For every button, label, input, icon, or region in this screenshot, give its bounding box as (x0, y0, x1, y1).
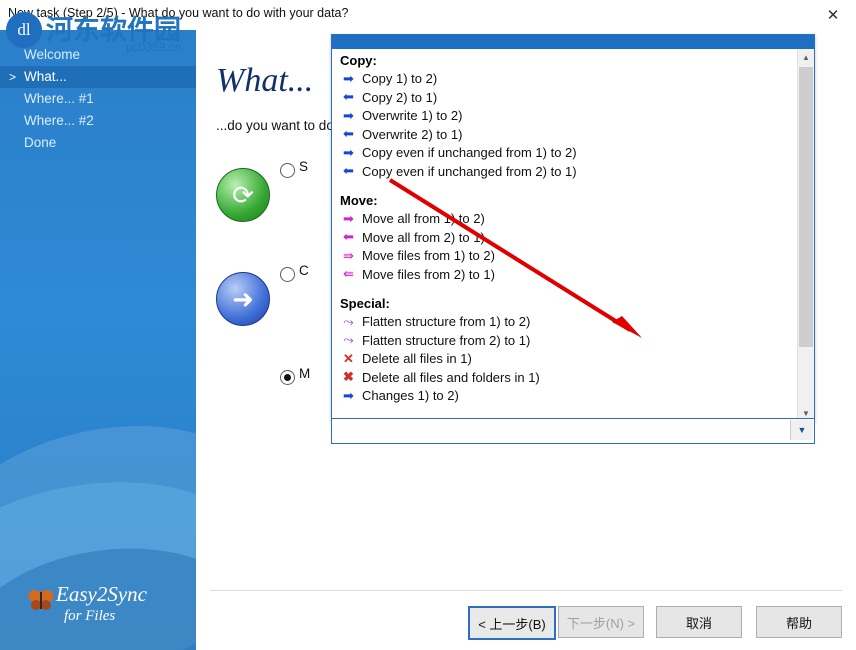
group-title-move: Move: (340, 193, 378, 208)
option-label-move: M (299, 366, 311, 381)
list-item[interactable]: ⇛ Move files from 1) to 2) (332, 247, 798, 266)
arrow-right-magenta-icon: ➡ (343, 210, 354, 226)
sidebar-item-done[interactable]: Done (0, 132, 196, 154)
copy-icon: ➜ (216, 272, 270, 326)
step-arrow-what: > (9, 70, 17, 84)
arrow-left-blue-icon: ⬅ (343, 89, 354, 105)
step-label-what: What... (24, 69, 67, 84)
arrow-right-blue-icon: ➡ (343, 70, 354, 86)
flatten-right-icon: ⤳ (343, 313, 354, 329)
option-label-copy: C (299, 263, 309, 278)
app-window: New task (Step 2/5) - What do you want t… (0, 0, 856, 650)
delete-all-x-icon: ✖ (343, 369, 354, 385)
dropdown-header-bar (332, 35, 814, 49)
watermark: dl 河东软件园 pc0359.cn (6, 8, 216, 54)
logo-tagline: for Files (64, 608, 116, 624)
list-item-label: Copy 1) to 2) (362, 71, 438, 86)
move-files-right-icon: ⇛ (343, 247, 354, 263)
radio-sync[interactable] (280, 163, 295, 178)
butterfly-icon (28, 590, 54, 610)
step-label-where1: Where... #1 (24, 91, 94, 106)
sidebar-item-where2[interactable]: Where... #2 (0, 110, 196, 132)
wizard-sidebar: Welcome > What... Where... #1 Where... #… (0, 30, 196, 650)
dropdown-scrollbar[interactable]: ▲ ▼ (797, 49, 814, 421)
step-label-done: Done (24, 135, 57, 150)
list-item[interactable]: ⬅ Copy 2) to 1) (332, 89, 798, 108)
list-item[interactable]: ⤳ Flatten structure from 2) to 1) (332, 332, 798, 351)
list-item[interactable]: ⬅ Overwrite 2) to 1) (332, 126, 798, 145)
radio-move[interactable] (280, 370, 295, 385)
list-item[interactable]: ➡ Overwrite 1) to 2) (332, 107, 798, 126)
list-item-label: Move files from 2) to 1) (362, 266, 495, 282)
radio-copy[interactable] (280, 267, 295, 282)
watermark-badge: dl (6, 12, 42, 48)
close-icon[interactable]: ✕ (810, 0, 856, 29)
list-item-label: Delete all files and folders in 1) (362, 369, 540, 385)
group-title-copy: Copy: (340, 53, 377, 68)
arrow-right-blue-icon: ➡ (343, 144, 354, 160)
app-logo: Easy2Sync for Files (28, 580, 190, 634)
footer-divider (210, 590, 842, 591)
list-item[interactable]: ➡ Copy even if unchanged from 1) to 2) (332, 144, 798, 163)
list-item[interactable]: ⇚ Move files from 2) to 1) (332, 266, 798, 285)
arrow-right-blue-icon: ➡ (343, 107, 354, 123)
list-item-label: Copy even if unchanged from 2) to 1) (362, 163, 577, 179)
list-item-label: Overwrite 1) to 2) (362, 108, 463, 123)
page-title: What... (216, 62, 314, 99)
list-item[interactable]: ➡ Copy 1) to 2) (332, 70, 798, 89)
action-dropdown-list[interactable]: Copy: ➡ Copy 1) to 2) ⬅ Copy 2) to 1) ➡ Ove… (331, 34, 815, 422)
scrollbar-thumb[interactable] (799, 67, 813, 347)
list-item-label: Copy 2) to 1) (362, 89, 438, 105)
list-item[interactable]: ⬅ Move all from 2) to 1) (332, 229, 798, 248)
copy-glyph: ➜ (232, 283, 254, 314)
sync-icon: ⟳ (216, 168, 270, 222)
arrow-left-blue-icon: ⬅ (343, 163, 354, 179)
option-label-sync: S (299, 159, 309, 174)
chevron-down-icon[interactable]: ▼ (790, 420, 813, 440)
group-title-special: Special: (340, 296, 390, 311)
list-item-label: Copy even if unchanged from 1) to 2) (362, 145, 577, 160)
list-item-label: Flatten structure from 2) to 1) (362, 332, 531, 348)
list-item-label: Overwrite 2) to 1) (362, 126, 463, 142)
list-item[interactable]: ⤳ Flatten structure from 1) to 2) (332, 313, 798, 332)
step-label-where2: Where... #2 (24, 113, 94, 128)
logo-name: Easy2Sync (56, 582, 147, 606)
wizard-step-list: Welcome > What... Where... #1 Where... #… (0, 44, 196, 154)
next-button[interactable]: 下一步(N) > (558, 606, 644, 638)
arrow-left-blue-icon: ⬅ (343, 126, 354, 142)
sidebar-item-where1[interactable]: Where... #1 (0, 88, 196, 110)
arrow-left-magenta-icon: ⬅ (343, 229, 354, 245)
list-item[interactable]: ➡ Move all from 1) to 2) (332, 210, 798, 229)
list-item-label: Flatten structure from 1) to 2) (362, 314, 531, 329)
help-button[interactable]: 帮助 (756, 606, 842, 638)
cancel-button[interactable]: 取消 (656, 606, 742, 638)
back-button[interactable]: < 上一步(B) (468, 606, 556, 640)
watermark-sub: pc0359.cn (126, 40, 182, 54)
list-item-label: Changes 1) to 2) (362, 388, 459, 403)
sidebar-item-what[interactable]: > What... (0, 66, 196, 88)
action-combobox[interactable]: ▼ (331, 418, 815, 444)
list-item[interactable]: ✕ Delete all files in 1) (332, 350, 798, 369)
list-item-label: Delete all files in 1) (362, 351, 472, 366)
list-item[interactable]: ⬅ Copy even if unchanged from 2) to 1) (332, 163, 798, 182)
scroll-up-icon[interactable]: ▲ (798, 49, 814, 65)
list-item-label: Move files from 1) to 2) (362, 248, 495, 263)
move-files-left-icon: ⇚ (343, 266, 354, 282)
list-item-label: Move all from 1) to 2) (362, 211, 485, 226)
flatten-left-icon: ⤳ (343, 332, 354, 348)
delete-x-icon: ✕ (343, 350, 354, 366)
sync-glyph: ⟳ (232, 179, 254, 210)
changes-icon: ➡ (343, 387, 354, 403)
list-item[interactable]: ✖ Delete all files and folders in 1) (332, 369, 798, 388)
list-item-label: Move all from 2) to 1) (362, 229, 485, 245)
dropdown-items: Copy: ➡ Copy 1) to 2) ⬅ Copy 2) to 1) ➡ Ove… (332, 49, 798, 421)
list-item[interactable]: ➡ Changes 1) to 2) (332, 387, 798, 406)
